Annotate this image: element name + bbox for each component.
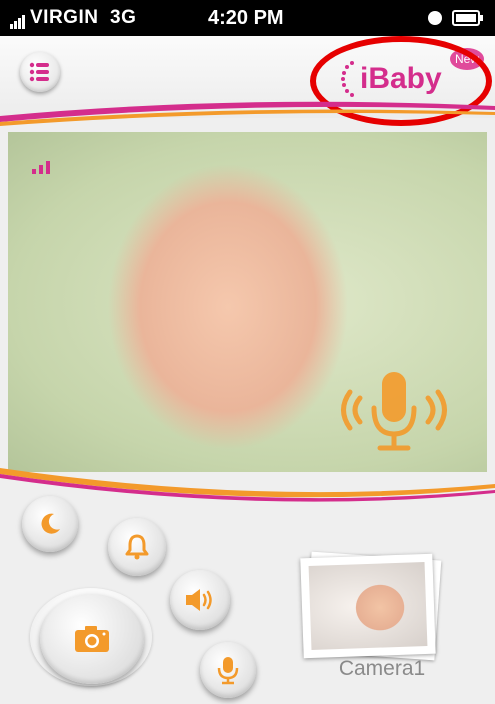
speaker-icon — [186, 589, 212, 611]
camera-label: Camera1 — [338, 657, 426, 680]
menu-button[interactable] — [20, 52, 60, 92]
camera-thumbnail[interactable] — [300, 551, 442, 662]
signal-strength-icon — [32, 156, 53, 174]
microphone-broadcast-icon[interactable] — [338, 368, 450, 454]
talk-button[interactable] — [200, 642, 256, 698]
snapshot-button[interactable] — [40, 594, 144, 684]
network-type: 3G — [110, 7, 137, 28]
header-swoosh — [0, 101, 495, 126]
camera-icon — [75, 626, 109, 652]
night-mode-button[interactable] — [22, 496, 78, 552]
camera-thumbnail-image — [308, 562, 428, 650]
carrier-label: VIRGIN 3G — [10, 7, 136, 29]
signal-bars-icon — [10, 7, 26, 29]
photo-front — [300, 553, 436, 659]
alarm-button[interactable] — [108, 518, 166, 576]
status-time: 4:20 PM — [208, 7, 284, 29]
bell-icon — [125, 534, 149, 560]
microphone-icon — [217, 657, 239, 685]
list-icon — [29, 62, 49, 82]
speaker-button[interactable] — [170, 570, 230, 630]
status-bar: VIRGIN 3G 4:20 PM — [0, 0, 495, 36]
video-feed[interactable] — [8, 132, 487, 472]
bottom-swoosh — [0, 468, 495, 502]
battery-icon — [428, 10, 483, 26]
status-icons — [427, 8, 487, 28]
moon-icon — [41, 513, 60, 534]
